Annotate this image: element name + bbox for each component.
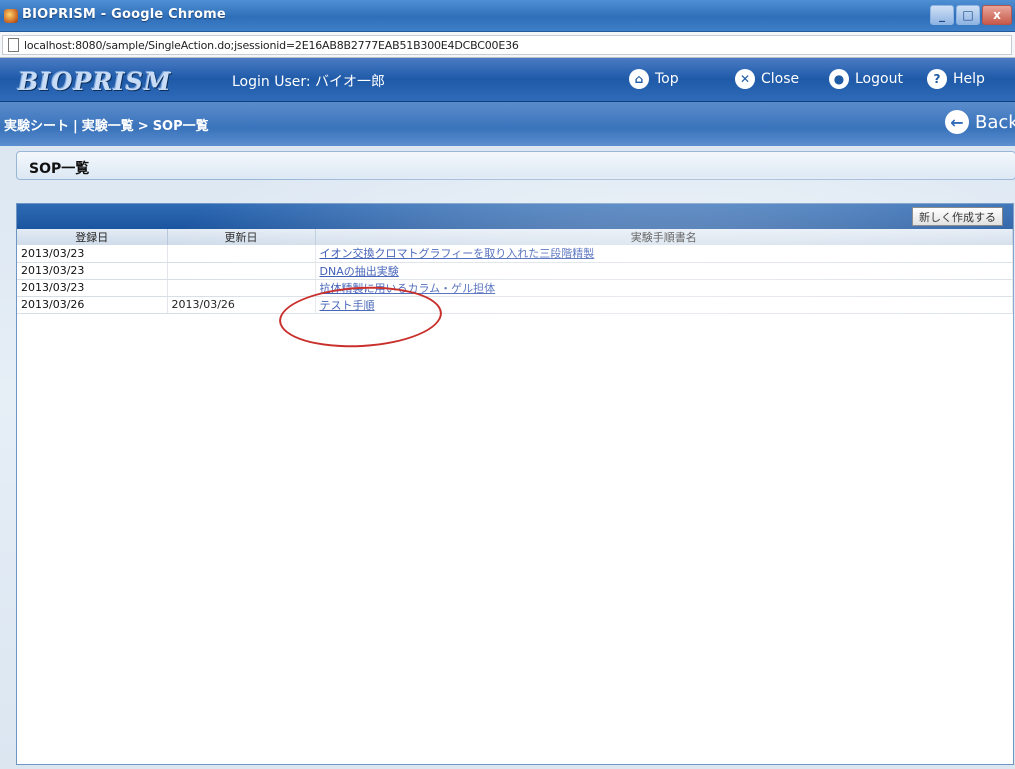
nav-logout-label: Logout (855, 71, 903, 87)
cell-sop-name: 抗体精製に用いるカラム・ゲル担体 (315, 279, 1013, 297)
sop-link[interactable]: イオン交換クロマトグラフィーを取り入れた三段階精製 (320, 247, 595, 260)
address-bar: localhost:8080/sample/SingleAction.do;js… (0, 32, 1015, 58)
nav-help-button[interactable]: ? Help (927, 69, 985, 89)
page-title-panel: SOP一覧 (16, 151, 1015, 180)
cell-registered: 2013/03/23 (17, 245, 168, 263)
back-button[interactable]: ← Back (945, 110, 1015, 134)
maximize-button[interactable]: □ (956, 5, 980, 25)
cell-registered: 2013/03/26 (17, 296, 168, 314)
main-content: SOP一覧 新しく作成する 登録日 更新日 実験手順書名 2013/03/23 … (0, 146, 1015, 769)
sop-link[interactable]: テスト手順 (320, 299, 375, 312)
table-row: 2013/03/23 DNAの抽出実験 (17, 262, 1013, 280)
cell-registered: 2013/03/23 (17, 262, 168, 280)
cell-updated (167, 245, 316, 263)
logout-icon: ● (829, 69, 849, 89)
cell-updated (167, 279, 316, 297)
help-icon: ? (927, 69, 947, 89)
breadcrumb-item-experiment-list[interactable]: 実験一覧 (82, 119, 134, 134)
breadcrumb: 実験シート | 実験一覧 > SOP一覧 (4, 115, 209, 134)
column-header-updated[interactable]: 更新日 (167, 229, 316, 245)
table-row: 2013/03/23 抗体精製に用いるカラム・ゲル担体 (17, 279, 1013, 297)
sop-table-panel: 新しく作成する 登録日 更新日 実験手順書名 2013/03/23 イオン交換ク… (16, 203, 1014, 765)
close-window-button[interactable]: x (982, 5, 1012, 25)
sop-link[interactable]: DNAの抽出実験 (320, 265, 399, 278)
cell-registered: 2013/03/23 (17, 279, 168, 297)
cell-updated (167, 262, 316, 280)
table-row: 2013/03/26 2013/03/26 テスト手順 (17, 296, 1013, 314)
breadcrumb-bar: 実験シート | 実験一覧 > SOP一覧 ← Back (0, 102, 1015, 146)
page-title: SOP一覧 (29, 161, 90, 177)
breadcrumb-separator: | (73, 119, 78, 134)
cell-sop-name: DNAの抽出実験 (315, 262, 1013, 280)
sop-table: 登録日 更新日 実験手順書名 2013/03/23 イオン交換クロマトグラフィー… (17, 229, 1013, 314)
back-label: Back (975, 111, 1015, 133)
window-controls: _ □ x (930, 5, 1012, 25)
minimize-button[interactable]: _ (930, 5, 954, 25)
url-field[interactable]: localhost:8080/sample/SingleAction.do;js… (2, 35, 1012, 55)
home-icon: ⌂ (629, 69, 649, 89)
app-header: BIOPRISM Login User: バイオ一郎 ⌂ Top ✕ Close… (0, 58, 1015, 102)
table-toolbar: 新しく作成する (17, 204, 1013, 229)
nav-top-button[interactable]: ⌂ Top (629, 69, 679, 89)
create-new-button[interactable]: 新しく作成する (912, 207, 1003, 226)
table-row: 2013/03/23 イオン交換クロマトグラフィーを取り入れた三段階精製 (17, 245, 1013, 263)
breadcrumb-separator: > (137, 119, 149, 134)
nav-logout-button[interactable]: ● Logout (829, 69, 903, 89)
column-header-registered[interactable]: 登録日 (17, 229, 168, 245)
breadcrumb-item-experiment-sheet[interactable]: 実験シート (4, 119, 69, 134)
table-header-row: 登録日 更新日 実験手順書名 (17, 229, 1013, 245)
column-header-sop-name[interactable]: 実験手順書名 (315, 229, 1013, 245)
cell-sop-name: イオン交換クロマトグラフィーを取り入れた三段階精製 (315, 245, 1013, 263)
window-titlebar: BIOPRISM - Google Chrome _ □ x (0, 0, 1015, 32)
nav-help-label: Help (953, 71, 985, 87)
sop-link[interactable]: 抗体精製に用いるカラム・ゲル担体 (320, 282, 496, 295)
cell-sop-name: テスト手順 (315, 296, 1013, 314)
page-icon (8, 38, 19, 52)
bioprism-logo: BIOPRISM (18, 67, 172, 96)
nav-close-label: Close (761, 71, 800, 87)
nav-top-label: Top (655, 71, 679, 87)
chrome-app-icon (4, 9, 18, 23)
cell-updated: 2013/03/26 (167, 296, 316, 314)
window-title: BIOPRISM - Google Chrome (22, 7, 226, 22)
back-arrow-icon: ← (945, 110, 969, 134)
url-text: localhost:8080/sample/SingleAction.do;js… (24, 39, 519, 52)
close-circle-icon: ✕ (735, 69, 755, 89)
nav-close-button[interactable]: ✕ Close (735, 69, 799, 89)
breadcrumb-item-sop-list: SOP一覧 (152, 119, 209, 134)
login-user-label: Login User: バイオ一郎 (232, 74, 386, 90)
